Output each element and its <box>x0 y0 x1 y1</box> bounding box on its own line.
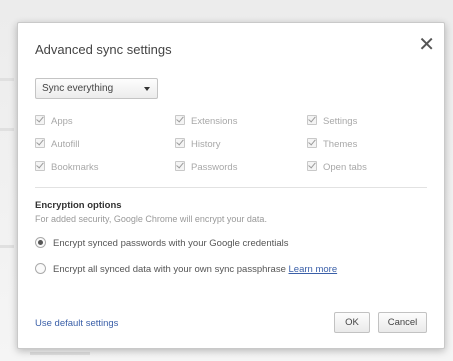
cancel-button[interactable]: Cancel <box>378 312 427 333</box>
radio-unselected-icon <box>35 262 46 274</box>
encryption-description: For added security, Google Chrome will e… <box>35 214 267 224</box>
checkbox-icon <box>35 161 45 172</box>
checkbox-passwords[interactable]: Passwords <box>175 161 237 175</box>
checkbox-autofill[interactable]: Autofill <box>35 138 80 152</box>
checkbox-history[interactable]: History <box>175 138 221 152</box>
checkbox-apps[interactable]: Apps <box>35 115 73 129</box>
checkbox-label: Apps <box>51 116 73 127</box>
checkbox-label: Settings <box>323 116 358 127</box>
background-line <box>0 128 14 131</box>
checkbox-label: History <box>191 139 221 150</box>
ok-button[interactable]: OK <box>334 312 370 333</box>
learn-more-link[interactable]: Learn more <box>289 264 338 275</box>
checkbox-icon <box>35 115 45 126</box>
sync-type-select-value: Sync everything <box>42 83 114 94</box>
sync-type-select[interactable]: Sync everything <box>35 78 158 99</box>
checkbox-icon <box>35 138 45 149</box>
checkbox-icon <box>307 115 317 126</box>
checkbox-extensions[interactable]: Extensions <box>175 115 237 129</box>
radio-label: Encrypt all synced data with your own sy… <box>53 264 286 275</box>
checkbox-icon <box>175 161 185 172</box>
checkbox-open-tabs[interactable]: Open tabs <box>307 161 367 175</box>
checkbox-label: Autofill <box>51 139 80 150</box>
background-line <box>0 245 14 248</box>
checkbox-icon <box>175 115 185 126</box>
chevron-down-icon <box>144 87 150 91</box>
checkbox-themes[interactable]: Themes <box>307 138 357 152</box>
checkbox-icon <box>307 138 317 149</box>
checkbox-settings[interactable]: Settings <box>307 115 357 129</box>
close-icon[interactable]: ✕ <box>418 35 435 55</box>
use-default-settings-link[interactable]: Use default settings <box>35 318 118 329</box>
dialog-title: Advanced sync settings <box>35 42 172 57</box>
checkbox-label: Extensions <box>191 116 238 127</box>
checkbox-icon <box>175 138 185 149</box>
radio-encrypt-all[interactable]: Encrypt all synced data with your own sy… <box>35 262 338 277</box>
background-line <box>30 352 90 355</box>
checkbox-bookmarks[interactable]: Bookmarks <box>35 161 99 175</box>
checkbox-icon <box>307 161 317 172</box>
checkbox-label: Open tabs <box>323 162 367 173</box>
advanced-sync-settings-dialog: Advanced sync settings ✕ Sync everything… <box>17 22 445 349</box>
radio-selected-icon <box>35 236 46 248</box>
encryption-options-heading: Encryption options <box>35 200 122 211</box>
radio-label: Encrypt synced passwords with your Googl… <box>53 238 289 249</box>
background-line <box>0 78 14 81</box>
section-divider <box>35 187 427 188</box>
checkbox-label: Passwords <box>191 162 238 173</box>
radio-encrypt-passwords[interactable]: Encrypt synced passwords with your Googl… <box>35 236 289 251</box>
checkbox-label: Themes <box>323 139 358 150</box>
checkbox-label: Bookmarks <box>51 162 99 173</box>
